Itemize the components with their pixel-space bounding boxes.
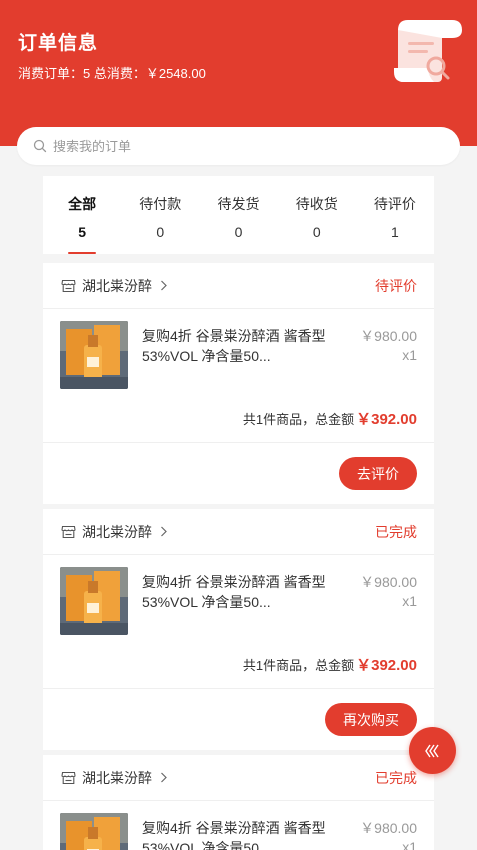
collapse-arrows-icon	[424, 744, 439, 757]
shop-link[interactable]: 湖北粜汾醉	[61, 276, 168, 296]
order-header: 湖北粜汾醉 待评价	[43, 263, 434, 309]
order-card: 湖北粜汾醉 已完成 复购4折 谷景粜汾醉酒 酱香型 53%VOL 净含量50..…	[43, 509, 434, 750]
chevron-right-icon	[161, 280, 167, 291]
tab-pending-receipt[interactable]: 待收货 0	[278, 176, 356, 254]
search-icon	[33, 139, 47, 153]
shop-name: 湖北粜汾醉	[82, 277, 152, 294]
tab-count: 5	[78, 224, 86, 240]
review-button[interactable]: 去评价	[339, 457, 417, 490]
tab-label: 待收货	[295, 196, 338, 212]
store-icon	[61, 525, 76, 538]
scroll-document-icon	[394, 20, 462, 82]
summary-text: 共1件商品，总金额	[242, 412, 355, 427]
order-header: 湖北粜汾醉 已完成	[43, 755, 434, 801]
product-image	[60, 321, 128, 389]
page-title: 订单信息	[18, 33, 99, 54]
product-quantity: x1	[402, 839, 417, 850]
order-status: 已完成	[375, 523, 417, 540]
tab-pending-shipment[interactable]: 待发货 0	[199, 176, 277, 254]
tab-pending-payment[interactable]: 待付款 0	[121, 176, 199, 254]
search-input[interactable]	[53, 138, 433, 154]
order-stats: 消费订单：5 总消费：￥2548.00	[18, 66, 206, 81]
order-card: 湖北粜汾醉 待评价 复购4折 谷景粜汾醉酒 酱香型 53%VOL 净含量50..…	[43, 263, 434, 504]
order-status: 已完成	[375, 769, 417, 786]
buy-again-button[interactable]: 再次购买	[325, 703, 417, 736]
product-quantity: x1	[402, 593, 417, 609]
tab-label: 待发货	[217, 196, 260, 212]
product-name: 复购4折 谷景粜汾醉酒 酱香型 53%VOL 净含量50...	[142, 328, 326, 364]
shop-link[interactable]: 湖北粜汾醉	[61, 768, 168, 788]
chevron-right-icon	[161, 526, 167, 537]
order-summary: 共1件商品，总金额 ￥392.00	[43, 641, 434, 689]
order-total: ￥392.00	[356, 411, 417, 428]
order-status: 待评价	[375, 277, 417, 294]
shop-name: 湖北粜汾醉	[82, 769, 152, 786]
tab-count: 1	[391, 224, 399, 240]
tab-label: 全部	[68, 196, 97, 212]
order-actions: 再次购买	[43, 689, 434, 750]
tab-label: 待付款	[139, 196, 182, 212]
summary-text: 共1件商品，总金额	[242, 658, 355, 673]
tab-pending-review[interactable]: 待评价 1	[356, 176, 434, 254]
product-image	[60, 813, 128, 850]
search-bar[interactable]	[17, 127, 460, 165]
store-icon	[61, 279, 76, 292]
product-price: ￥980.00	[360, 820, 417, 836]
product-price: ￥980.00	[360, 574, 417, 590]
product-row[interactable]: 复购4折 谷景粜汾醉酒 酱香型 53%VOL 净含量50... ￥980.00 …	[43, 555, 434, 641]
product-row[interactable]: 复购4折 谷景粜汾醉酒 酱香型 53%VOL 净含量50... ￥980.00 …	[43, 309, 434, 395]
tab-count: 0	[234, 224, 243, 240]
tab-label: 待评价	[373, 196, 416, 212]
tab-all[interactable]: 全部 5	[43, 176, 121, 254]
product-image	[60, 567, 128, 635]
product-row[interactable]: 复购4折 谷景粜汾醉酒 酱香型 53%VOL 净含量50... ￥980.00 …	[43, 801, 434, 850]
product-quantity: x1	[402, 347, 417, 363]
shop-link[interactable]: 湖北粜汾醉	[61, 522, 168, 542]
order-summary: 共1件商品，总金额 ￥392.00	[43, 395, 434, 443]
chevron-right-icon	[161, 772, 167, 783]
order-header: 湖北粜汾醉 已完成	[43, 509, 434, 555]
store-icon	[61, 771, 76, 784]
order-status-tabs: 全部 5 待付款 0 待发货 0 待收货 0 待评价 1	[43, 176, 434, 254]
floating-collapse-button[interactable]	[409, 727, 456, 774]
tab-count: 0	[312, 224, 321, 240]
order-actions: 去评价	[43, 443, 434, 504]
product-price: ￥980.00	[360, 328, 417, 344]
order-card: 湖北粜汾醉 已完成 复购4折 谷景粜汾醉酒 酱香型 53%VOL 净含量50..…	[43, 755, 434, 850]
product-name: 复购4折 谷景粜汾醉酒 酱香型 53%VOL 净含量50...	[142, 574, 326, 610]
order-total: ￥392.00	[356, 657, 417, 674]
shop-name: 湖北粜汾醉	[82, 523, 152, 540]
tab-count: 0	[156, 224, 165, 240]
product-name: 复购4折 谷景粜汾醉酒 酱香型 53%VOL 净含量50...	[142, 820, 326, 850]
header-banner: 订单信息 消费订单：5 总消费：￥2548.00	[0, 0, 477, 146]
